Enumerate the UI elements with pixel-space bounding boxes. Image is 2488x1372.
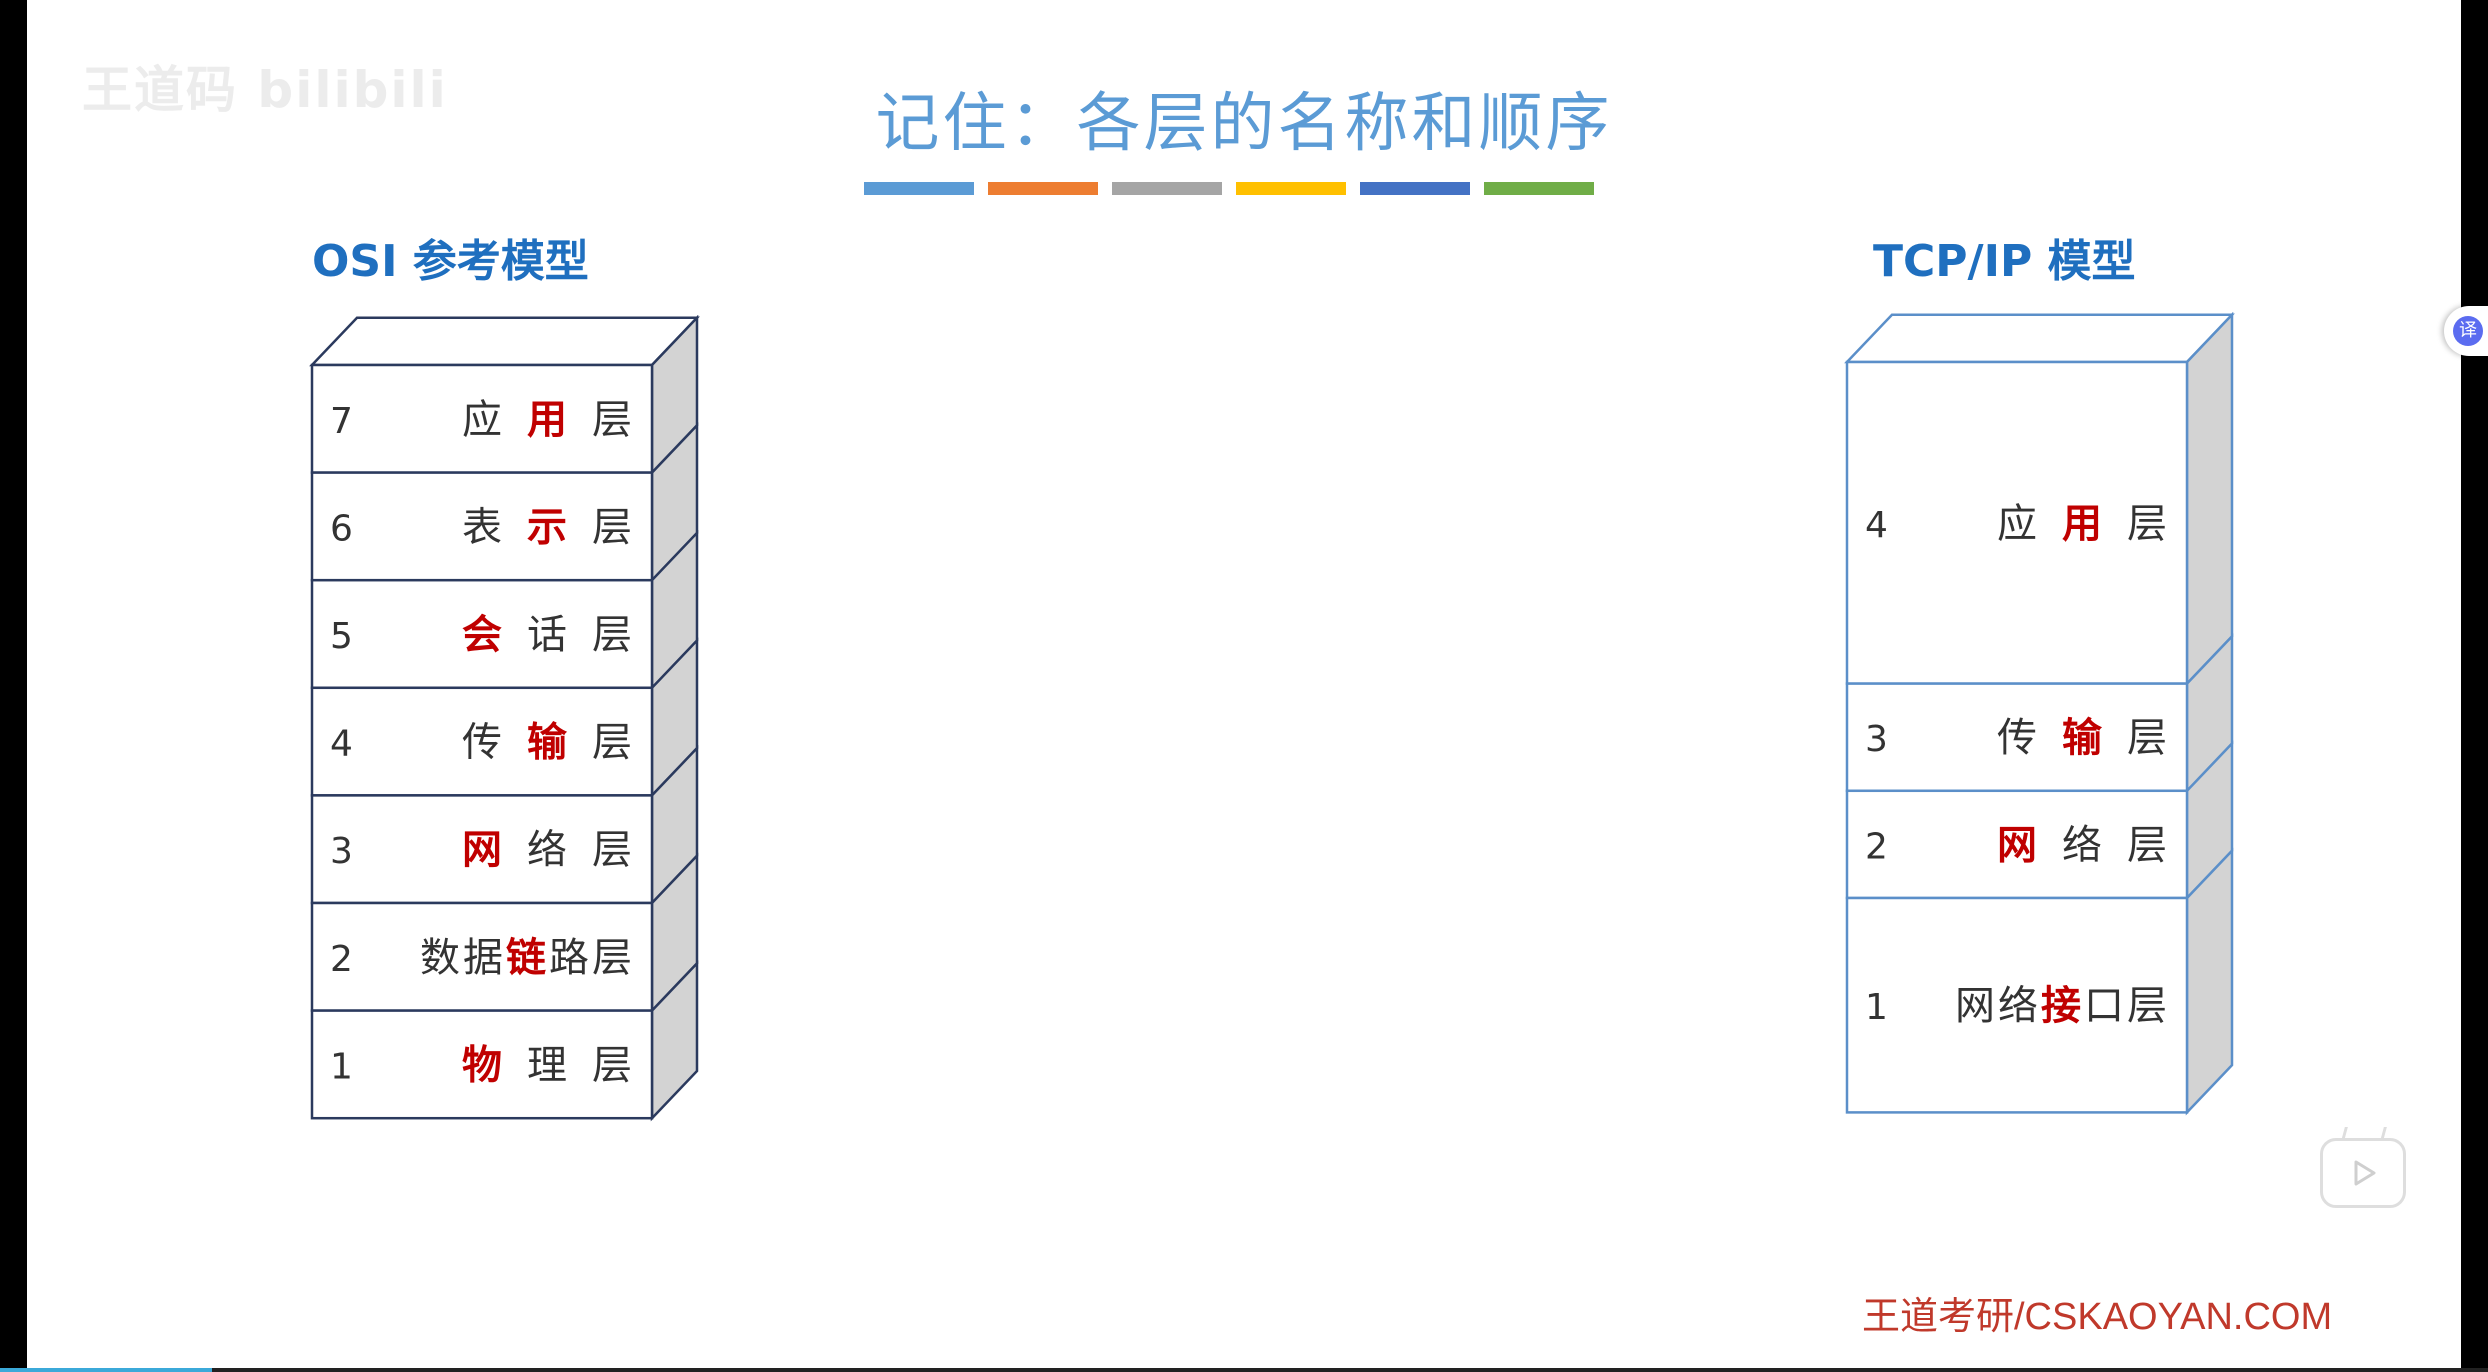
accent-swatch [1360,182,1470,195]
accent-swatch [1484,182,1594,195]
layer-name-char: 用 [527,397,567,443]
layer-name-char: 接 [2041,983,2081,1029]
layer-name-char: 应 [1997,501,2037,547]
layer-name-char: 理 [527,1042,567,1088]
layer-name-char: 层 [2127,983,2167,1029]
osi-model-title: OSI 参考模型 [312,236,589,287]
layer-number: 1 [1865,987,1888,1028]
layer-number: 2 [330,939,353,980]
slide-title: 记住：各层的名称和顺序 [875,87,1613,161]
layer-name-char: 话 [527,612,567,658]
layer-name-char: 输 [527,720,568,766]
layer-name-char: 络 [1998,983,2038,1029]
layer-name-char: 网 [1997,822,2037,868]
layer-number: 4 [330,724,353,765]
layer-name-char: 据 [463,935,503,981]
tcpip-layer-stack: 4 应用层3 传输层2 网络层1 网络接口层 [1844,312,2235,1116]
layer-row: 1 物理层 [310,1009,654,1120]
layer-row: 7 应用层 [310,363,654,474]
layer-name-char: 层 [2127,715,2167,761]
layer-name-char: 层 [2127,501,2167,547]
layer-row: 1 网络接口层 [1845,896,2189,1114]
osi-layer-stack: 7 应用层6 表示层5 会话层4 传输层3 网络层2 数据链路层1 物理层 [309,315,700,1122]
layer-row: 6 表示层 [310,471,654,582]
layer-number: 4 [1865,505,1888,546]
layer-name-char: 传 [1997,715,2037,761]
layer-name-char: 路 [549,935,589,981]
layer-number: 5 [330,616,353,657]
layer-name-char: 表 [462,504,502,550]
accent-swatch [988,182,1098,195]
layer-name-char: 传 [462,720,502,766]
translate-icon: 译 [2453,316,2483,346]
layer-number: 6 [330,508,353,549]
layer-name-char: 用 [2062,501,2102,547]
layer-number: 3 [330,831,353,872]
layer-name-char: 物 [462,1042,502,1088]
layer-name-char: 层 [2127,822,2167,868]
layer-row: 2 网络层 [1845,789,2189,900]
accent-color-bar [864,182,1594,195]
layer-name-char: 络 [2062,822,2102,868]
layer-row: 2 数据链路层 [310,901,654,1012]
layer-number: 3 [1865,719,1888,760]
layer-row: 5 会话层 [310,578,654,690]
translate-button[interactable]: 译 [2444,306,2488,356]
layer-name-char: 网 [1955,983,1995,1029]
layer-name-char: 层 [592,827,632,873]
layer-number: 7 [330,401,353,442]
layer-name-char: 层 [592,612,632,658]
layer-name-char: 链 [506,935,546,981]
layer-name-char: 口 [2084,983,2124,1029]
layer-number: 1 [330,1046,353,1087]
layer-name-char: 层 [592,1042,632,1088]
layer-row: 3 传输层 [1845,682,2189,793]
layer-number: 2 [1865,826,1888,867]
tcpip-model-title: TCP/IP 模型 [1873,236,2136,287]
layer-name-char: 层 [592,397,632,443]
layer-name-char: 会 [462,612,502,658]
layer-row: 4 应用层 [1845,360,2189,685]
layer-name-char: 输 [2062,715,2103,761]
video-progress-bar[interactable] [0,1368,2488,1372]
layer-row: 3 网络层 [310,794,654,905]
layer-row: 4 传输层 [310,686,654,797]
accent-swatch [864,182,974,195]
layer-name-char: 应 [462,397,502,443]
layer-name-char: 层 [592,504,632,550]
layer-name-char: 网 [462,827,502,873]
play-icon [2354,1160,2376,1186]
layer-name-char: 络 [527,827,567,873]
accent-swatch [1112,182,1222,195]
footer-brand: 王道考研/CSKAOYAN.COM [1862,1296,2333,1338]
layer-name-char: 数 [420,935,460,981]
accent-swatch [1236,182,1346,195]
layer-name-char: 示 [527,504,567,550]
layer-name-char: 层 [592,720,632,766]
slide: 王道码 bilibili 记住：各层的名称和顺序 OSI 参考模型 TCP/IP… [27,0,2461,1372]
play-button[interactable] [2320,1138,2406,1208]
layer-name-char: 层 [592,935,632,981]
